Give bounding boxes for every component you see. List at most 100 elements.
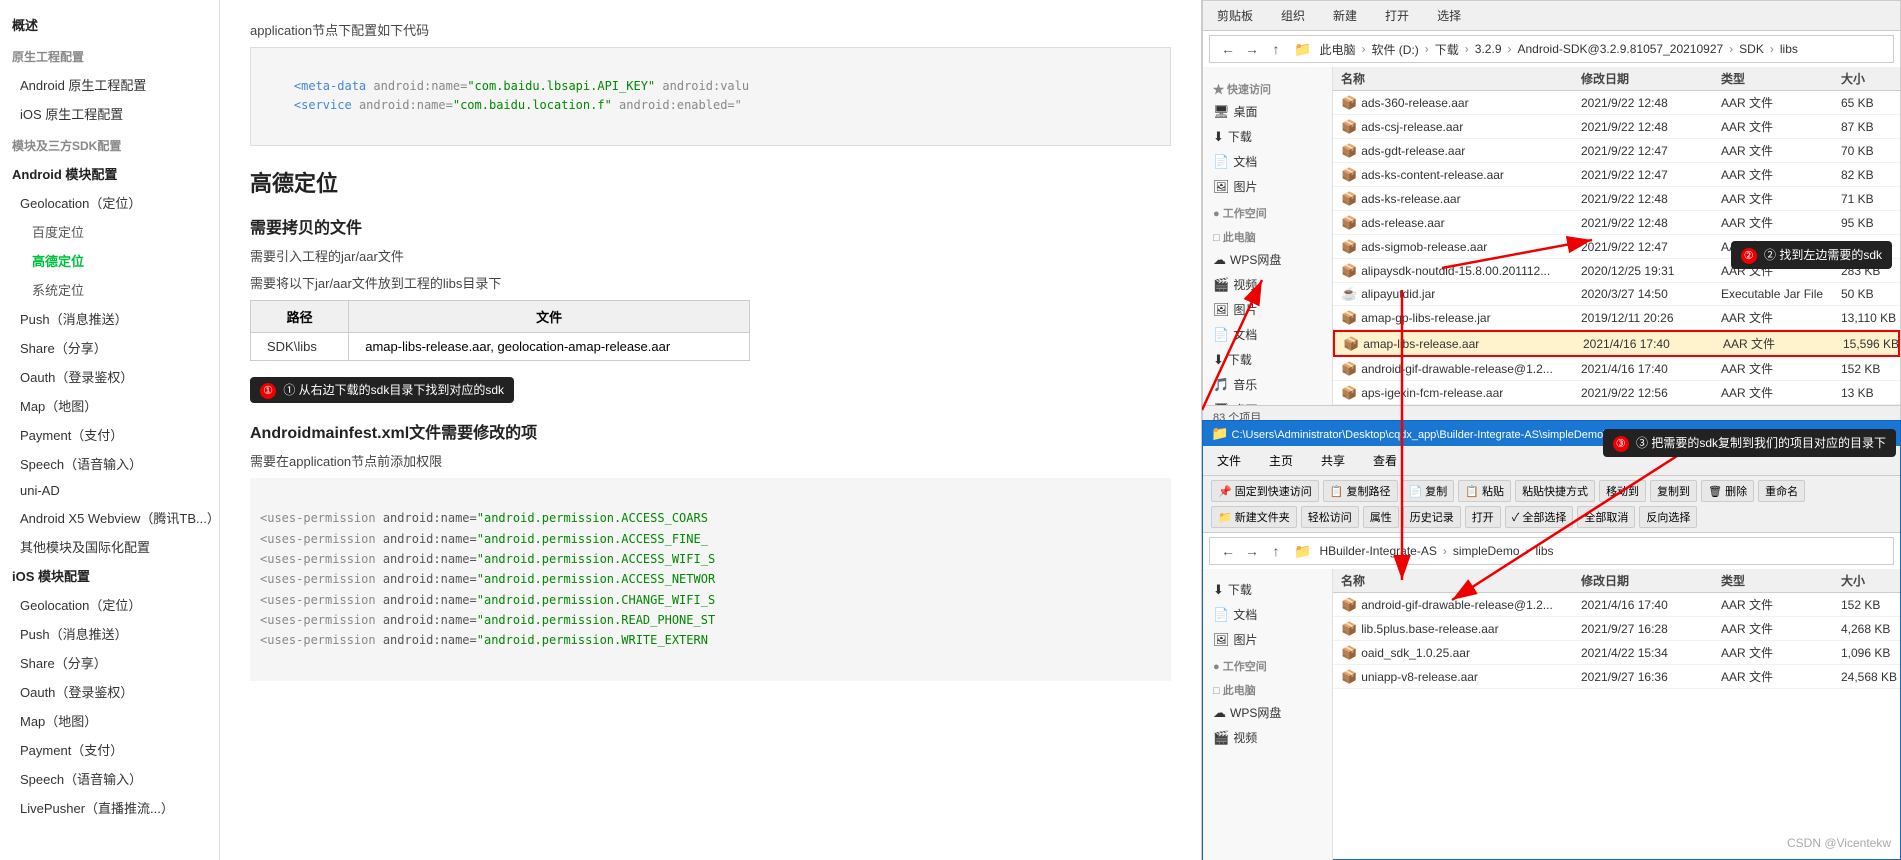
sidebar-item-android-modules[interactable]: Android 模块配置: [0, 159, 219, 188]
btn-moveto[interactable]: 移动到: [1599, 480, 1646, 502]
nav-forward-top[interactable]: →: [1242, 39, 1262, 59]
sidebar-item-ios-speech[interactable]: Speech（语音输入）: [0, 764, 219, 793]
file-row-bottom[interactable]: 📦lib.5plus.base-release.aar 2021/9/27 16…: [1333, 617, 1900, 641]
sidebar-item-android-native[interactable]: Android 原生工程配置: [0, 70, 219, 99]
file-row[interactable]: 📦ads-ks-release.aar 2021/9/22 12:48 AAR …: [1333, 187, 1900, 211]
nav-forward-bottom[interactable]: →: [1242, 541, 1262, 561]
file-row[interactable]: 📦android-gif-drawable-release@1.2... 202…: [1333, 357, 1900, 381]
sidebar-item-system-location[interactable]: 系统定位: [0, 275, 219, 304]
btn-rename[interactable]: 重命名: [1758, 480, 1805, 502]
nav-up-bottom[interactable]: ↑: [1266, 541, 1286, 561]
nav-up-top[interactable]: ↑: [1266, 39, 1286, 59]
file-row-amap-libs[interactable]: 📦amap-libs-release.aar 2021/4/16 17:40 A…: [1333, 330, 1900, 357]
btn-deselect-all[interactable]: 全部取消: [1577, 506, 1635, 528]
sidebar-item-speech[interactable]: Speech（语音输入）: [0, 449, 219, 478]
path-329[interactable]: 3.2.9: [1475, 42, 1502, 56]
btn-copy-path[interactable]: 📋 复制路径: [1323, 480, 1398, 502]
tab-view[interactable]: 查看: [1367, 450, 1403, 471]
sidebar-item-oauth[interactable]: Oauth（登录鉴权）: [0, 362, 219, 391]
path-pc[interactable]: 此电脑: [1319, 41, 1355, 58]
file-row[interactable]: 📦ads-gdt-release.aar 2021/9/22 12:47 AAR…: [1333, 139, 1900, 163]
btn-delete[interactable]: 🗑 删除: [1701, 480, 1754, 502]
sidebar-item-x5webview[interactable]: Android X5 Webview（腾讯TB...）: [0, 503, 219, 532]
sidebar-item-gaode[interactable]: 高德定位: [0, 246, 219, 275]
btn-easy-access[interactable]: 轻松访问: [1301, 506, 1359, 528]
address-bar-top[interactable]: ← → ↑ 📁 此电脑 › 软件 (D:) › 下载 › 3.2.9 › And…: [1209, 35, 1894, 63]
file-row[interactable]: 📦amap-gp-libs-release.jar 2019/12/11 20:…: [1333, 306, 1900, 330]
path-simpledemo[interactable]: simpleDemo: [1453, 544, 1520, 558]
btn-open[interactable]: 打开: [1465, 506, 1501, 528]
btn-properties[interactable]: 属性: [1363, 506, 1399, 528]
sidebar-pictures[interactable]: 🖼图片: [1203, 174, 1332, 199]
sidebar-item-uniad[interactable]: uni-AD: [0, 478, 219, 503]
sidebar-item-map[interactable]: Map（地图）: [0, 391, 219, 420]
btn-select-all[interactable]: ✓ 全部选择: [1505, 506, 1574, 528]
sidebar-item-ios-share[interactable]: Share（分享）: [0, 648, 219, 677]
toolbar-clipboard[interactable]: 剪贴板: [1211, 5, 1259, 26]
sidebar-video[interactable]: 🎬视频: [1203, 272, 1332, 297]
toolbar-open[interactable]: 打开: [1379, 5, 1415, 26]
sidebar-item-ios-map[interactable]: Map（地图）: [0, 706, 219, 735]
file-row-bottom[interactable]: 📦oaid_sdk_1.0.25.aar 2021/4/22 15:34 AAR…: [1333, 641, 1900, 665]
path-libs[interactable]: libs: [1780, 42, 1798, 56]
sidebar-item-ios-modules[interactable]: iOS 模块配置: [0, 561, 219, 590]
btn-paste-shortcut[interactable]: 粘贴快捷方式: [1515, 480, 1595, 502]
btn-history[interactable]: 历史记录: [1403, 506, 1461, 528]
tab-file[interactable]: 文件: [1211, 450, 1247, 471]
btn-copyto[interactable]: 复制到: [1650, 480, 1697, 502]
sidebar-item-others[interactable]: 其他模块及国际化配置: [0, 532, 219, 561]
file-row[interactable]: 📦aps-igexin-fcm-release.aar 2021/9/22 12…: [1333, 381, 1900, 405]
toolbar-select[interactable]: 选择: [1431, 5, 1467, 26]
btn-paste[interactable]: 📋 粘贴: [1458, 480, 1511, 502]
btn-new-folder[interactable]: 📁 新建文件夹: [1211, 506, 1297, 528]
sidebar-item-baidu[interactable]: 百度定位: [0, 217, 219, 246]
path-libs-bottom[interactable]: libs: [1536, 544, 1554, 558]
sidebar-item-ios-native[interactable]: iOS 原生工程配置: [0, 99, 219, 128]
file-row[interactable]: 📦ads-release.aar 2021/9/22 12:48 AAR 文件 …: [1333, 211, 1900, 235]
btn-pin-quick[interactable]: 📌 固定到快速访问: [1211, 480, 1319, 502]
sidebar-bottom-video[interactable]: 🎬视频: [1203, 725, 1332, 750]
path-download[interactable]: 下载: [1435, 41, 1459, 58]
sidebar-bottom-pic[interactable]: 🖼图片: [1203, 627, 1332, 652]
file-row[interactable]: 📦ads-ks-content-release.aar 2021/9/22 12…: [1333, 163, 1900, 187]
sidebar-downloads[interactable]: ⬇下载: [1203, 124, 1332, 149]
address-bar-bottom[interactable]: ← → ↑ 📁 HBuilder-Integrate-AS › simpleDe…: [1209, 537, 1894, 565]
sidebar-music[interactable]: 🎵音乐: [1203, 372, 1332, 397]
sidebar-desktop2[interactable]: 🖥桌面: [1203, 397, 1332, 405]
path-sdk2[interactable]: SDK: [1739, 42, 1764, 56]
sidebar-item-ios-push[interactable]: Push（消息推送）: [0, 619, 219, 648]
file-row-bottom[interactable]: 📦android-gif-drawable-release@1.2... 202…: [1333, 593, 1900, 617]
path-d[interactable]: 软件 (D:): [1371, 41, 1418, 58]
file-row[interactable]: 📦ads-csj-release.aar 2021/9/22 12:48 AAR…: [1333, 115, 1900, 139]
sidebar-bottom-wps[interactable]: ☁WPS网盘: [1203, 700, 1332, 725]
sidebar-desktop[interactable]: 🖥桌面: [1203, 99, 1332, 124]
btn-copy[interactable]: 📄 复制: [1402, 480, 1455, 502]
sidebar-item-geolocation[interactable]: Geolocation（定位）: [0, 188, 219, 217]
file-row[interactable]: ☕alipayutdid.jar 2020/3/27 14:50 Executa…: [1333, 283, 1900, 306]
nav-back-top[interactable]: ←: [1218, 39, 1238, 59]
sidebar-item-push[interactable]: Push（消息推送）: [0, 304, 219, 333]
sidebar-pic2[interactable]: 🖼图片: [1203, 297, 1332, 322]
file-row[interactable]: 📦ads-360-release.aar 2021/9/22 12:48 AAR…: [1333, 91, 1900, 115]
sidebar-bottom-dl[interactable]: ⬇下载: [1203, 577, 1332, 602]
sidebar-item-livepusher[interactable]: LivePusher（直播推流...）: [0, 793, 219, 822]
sidebar-item-ios-payment[interactable]: Payment（支付）: [0, 735, 219, 764]
nav-back-bottom[interactable]: ←: [1218, 541, 1238, 561]
sidebar-doc2[interactable]: 📄文档: [1203, 322, 1332, 347]
toolbar-organize[interactable]: 组织: [1275, 5, 1311, 26]
path-hbuilder[interactable]: HBuilder-Integrate-AS: [1319, 544, 1436, 558]
sidebar-item-overview[interactable]: 概述: [0, 10, 219, 39]
sidebar-bottom-doc[interactable]: 📄文档: [1203, 602, 1332, 627]
sidebar-item-ios-oauth[interactable]: Oauth（登录鉴权）: [0, 677, 219, 706]
sidebar-item-share[interactable]: Share（分享）: [0, 333, 219, 362]
sidebar-docs[interactable]: 📄文档: [1203, 149, 1332, 174]
sidebar-wps[interactable]: ☁WPS网盘: [1203, 247, 1332, 272]
tab-home[interactable]: 主页: [1263, 450, 1299, 471]
btn-invert-select[interactable]: 反向选择: [1639, 506, 1697, 528]
path-sdk[interactable]: Android-SDK@3.2.9.81057_20210927: [1518, 42, 1724, 56]
toolbar-new[interactable]: 新建: [1327, 5, 1363, 26]
sidebar-item-ios-geolocation[interactable]: Geolocation（定位）: [0, 590, 219, 619]
file-row-bottom[interactable]: 📦uniapp-v8-release.aar 2021/9/27 16:36 A…: [1333, 665, 1900, 689]
tab-share[interactable]: 共享: [1315, 450, 1351, 471]
sidebar-item-payment[interactable]: Payment（支付）: [0, 420, 219, 449]
